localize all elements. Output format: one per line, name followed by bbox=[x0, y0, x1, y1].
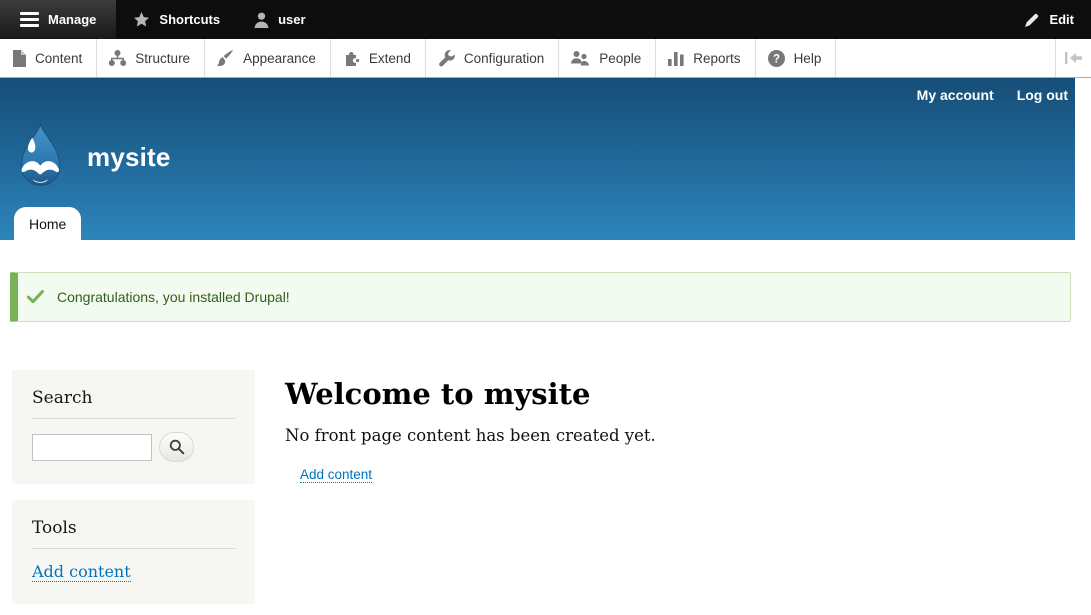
collapse-left-icon bbox=[1065, 52, 1082, 64]
manage-label: Manage bbox=[48, 12, 96, 27]
toolbar-item-configuration[interactable]: Configuration bbox=[426, 39, 559, 77]
file-icon bbox=[12, 50, 26, 67]
search-input[interactable] bbox=[32, 434, 152, 461]
toolbar-item-appearance[interactable]: Appearance bbox=[205, 39, 331, 77]
content-columns: Search Tools Add content Welcome to mysi… bbox=[0, 370, 1075, 604]
user-icon bbox=[254, 12, 269, 28]
people-icon bbox=[571, 50, 590, 66]
user-tab[interactable]: user bbox=[237, 0, 322, 39]
site-header: My account Log out bbox=[0, 78, 1075, 240]
tab-home-label: Home bbox=[29, 216, 66, 232]
tab-home[interactable]: Home bbox=[14, 207, 81, 240]
search-submit-button[interactable] bbox=[159, 432, 194, 462]
paintbrush-icon bbox=[217, 50, 234, 66]
status-message-text: Congratulations, you installed Drupal! bbox=[57, 289, 290, 305]
add-content-link[interactable]: Add content bbox=[300, 467, 372, 483]
toolbar-label: Extend bbox=[369, 51, 411, 66]
tools-block: Tools Add content bbox=[12, 500, 255, 604]
admin-bar-spacer bbox=[323, 0, 1008, 39]
svg-text:?: ? bbox=[773, 53, 780, 65]
star-icon bbox=[133, 12, 150, 28]
main-content: Welcome to mysite No front page content … bbox=[285, 370, 1075, 484]
manage-tab[interactable]: Manage bbox=[0, 0, 116, 39]
empty-frontpage-text: No front page content has been created y… bbox=[285, 426, 1075, 445]
user-label: user bbox=[278, 12, 305, 27]
bar-chart-icon bbox=[668, 50, 684, 66]
puzzle-icon bbox=[343, 50, 360, 66]
magnifier-icon bbox=[169, 439, 185, 455]
wrench-icon bbox=[438, 50, 455, 67]
toolbar-label: Help bbox=[794, 51, 822, 66]
drupal-logo[interactable] bbox=[13, 123, 68, 191]
tools-block-title: Tools bbox=[32, 518, 235, 549]
toolbar-label: Configuration bbox=[464, 51, 544, 66]
edit-label: Edit bbox=[1049, 12, 1074, 27]
log-out-link[interactable]: Log out bbox=[1017, 87, 1068, 103]
site-branding: mysite bbox=[0, 78, 1075, 191]
pencil-icon bbox=[1024, 12, 1040, 28]
toolbar-label: Reports bbox=[693, 51, 740, 66]
toolbar-item-extend[interactable]: Extend bbox=[331, 39, 426, 77]
toolbar-label: People bbox=[599, 51, 641, 66]
search-form bbox=[32, 432, 235, 462]
site-name[interactable]: mysite bbox=[87, 142, 171, 173]
toolbar-item-reports[interactable]: Reports bbox=[656, 39, 755, 77]
toolbar-item-content[interactable]: Content bbox=[0, 39, 97, 77]
help-icon: ? bbox=[768, 50, 785, 67]
tools-add-content-link[interactable]: Add content bbox=[32, 562, 131, 582]
page: My account Log out bbox=[0, 78, 1075, 604]
search-block: Search bbox=[12, 370, 255, 484]
shortcuts-label: Shortcuts bbox=[159, 12, 220, 27]
checkmark-icon bbox=[27, 290, 44, 304]
sitemap-icon bbox=[109, 50, 126, 66]
status-message: Congratulations, you installed Drupal! bbox=[10, 272, 1071, 322]
toolbar-label: Content bbox=[35, 51, 82, 66]
toolbar-label: Appearance bbox=[243, 51, 316, 66]
shortcuts-tab[interactable]: Shortcuts bbox=[116, 0, 237, 39]
search-block-title: Search bbox=[32, 388, 235, 419]
admin-menu-bar: Content Structure Appearance Extend Conf… bbox=[0, 39, 1091, 78]
toolbar-item-help[interactable]: ? Help bbox=[756, 39, 837, 77]
toolbar-item-structure[interactable]: Structure bbox=[97, 39, 205, 77]
toolbar-spacer bbox=[836, 39, 1055, 77]
page-title: Welcome to mysite bbox=[285, 377, 1075, 411]
edit-button[interactable]: Edit bbox=[1007, 0, 1091, 39]
my-account-link[interactable]: My account bbox=[917, 87, 994, 103]
toolbar-item-people[interactable]: People bbox=[559, 39, 656, 77]
admin-toolbar: Manage Shortcuts user Edit bbox=[0, 0, 1091, 39]
toolbar-orientation-toggle[interactable] bbox=[1055, 39, 1091, 77]
sidebar-first: Search Tools Add content bbox=[12, 370, 255, 604]
menu-icon bbox=[20, 12, 39, 27]
toolbar-label: Structure bbox=[135, 51, 190, 66]
secondary-menu: My account Log out bbox=[917, 87, 1068, 103]
